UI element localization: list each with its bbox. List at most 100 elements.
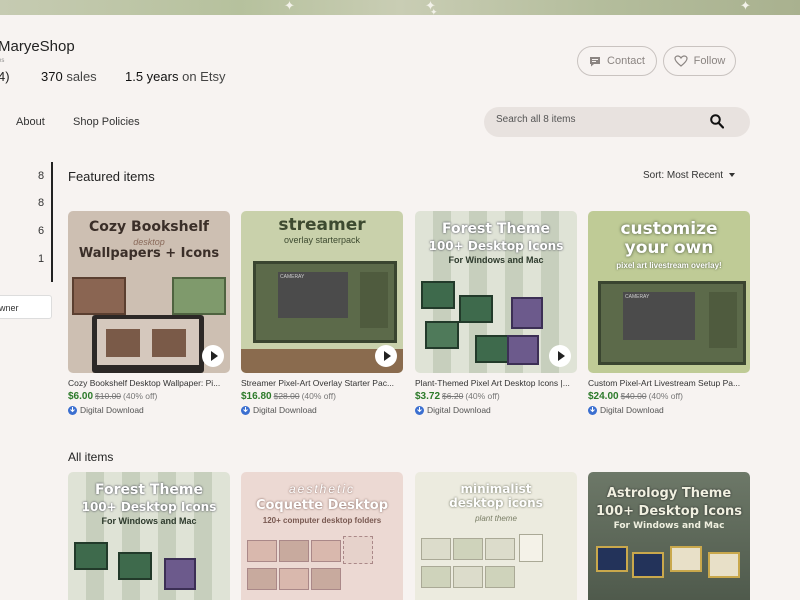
discount-label: (40% off) [301, 391, 336, 401]
art-caption: 120+ computer desktop folders [262, 516, 382, 525]
listing-thumbnail[interactable]: streamer overlay starterpack CAMERAY [241, 211, 403, 373]
folder-graphic [632, 552, 664, 578]
contact-owner-button[interactable]: wner [0, 295, 52, 319]
listing-card[interactable]: Forest Theme 100+ Desktop Icons For Wind… [415, 211, 577, 415]
listing-card[interactable]: Forest Theme 100+ Desktop Icons For Wind… [68, 472, 230, 600]
contact-label: Contact [607, 55, 645, 67]
listing-title[interactable]: Streamer Pixel-Art Overlay Starter Pac..… [241, 378, 401, 388]
listing-thumbnail[interactable]: Cozy Bookshelf desktop Wallpapers + Icon… [68, 211, 230, 373]
delivery-label: Digital Download [253, 405, 317, 415]
listing-title[interactable]: Cozy Bookshelf Desktop Wallpaper: Pi... [68, 378, 228, 388]
sale-price: $6.00 [68, 391, 94, 402]
folder-graphic [485, 566, 515, 588]
download-icon [68, 405, 77, 415]
sparkle-icon: ✦ [740, 0, 751, 13]
folder-graphic [475, 335, 509, 363]
listing-title[interactable]: Custom Pixel-Art Livestream Setup Pa... [588, 378, 748, 388]
delivery-label: Digital Download [427, 405, 491, 415]
bookshelf-graphic [72, 277, 126, 315]
listing-thumbnail[interactable]: Forest Theme 100+ Desktop Icons For Wind… [415, 211, 577, 373]
folder-graphic [118, 552, 152, 580]
follow-label: Follow [693, 55, 726, 67]
frame-graphic [519, 534, 543, 562]
video-play-button[interactable] [375, 345, 397, 367]
caret-down-icon [729, 173, 736, 178]
listing-thumbnail[interactable]: aesthetic Coquette Desktop 120+ computer… [241, 472, 403, 600]
contact-button[interactable]: Contact [577, 46, 657, 76]
folder-graphic [421, 538, 451, 560]
listing-card[interactable]: aesthetic Coquette Desktop 120+ computer… [241, 472, 403, 600]
art-caption: plant theme [475, 514, 517, 523]
book-graphic [511, 297, 543, 329]
sale-price: $24.00 [588, 391, 619, 402]
sidebar-count[interactable]: 8 [38, 170, 44, 182]
sale-price: $3.72 [415, 391, 441, 402]
follow-button[interactable]: Follow [663, 46, 736, 76]
art-caption: For Windows and Mac [613, 521, 725, 531]
years-stat: 1.5 years on Etsy [125, 69, 225, 84]
digital-download-badge: Digital Download [241, 405, 403, 415]
search-input[interactable] [496, 114, 696, 125]
listing-thumbnail[interactable]: Forest Theme 100+ Desktop Icons For Wind… [68, 472, 230, 600]
discount-label: (40% off) [648, 391, 683, 401]
art-title: customize [620, 219, 718, 239]
video-play-button[interactable] [549, 345, 571, 367]
original-price: $28.00 [273, 391, 300, 401]
sales-stat: 370 sales [41, 69, 97, 84]
art-subtitle: desktop icons [449, 496, 543, 510]
folder-graphic [459, 295, 493, 323]
art-caption: For Windows and Mac [101, 516, 197, 526]
screen-label: CAMERAY [623, 292, 695, 340]
sidebar-count[interactable]: 1 [38, 253, 44, 265]
original-price: $40.00 [620, 391, 647, 401]
search-icon[interactable] [710, 114, 724, 129]
art-subtitle: 100+ Desktop Icons [428, 239, 564, 253]
folder-graphic [311, 540, 341, 562]
delivery-label: Digital Download [600, 405, 664, 415]
folder-graphic [708, 552, 740, 578]
laptop-graphic [92, 315, 204, 373]
sidebar-count[interactable]: 6 [38, 225, 44, 237]
delivery-label: Digital Download [80, 405, 144, 415]
original-price: $6.20 [442, 391, 464, 401]
screen-label: CAMERAY [278, 272, 348, 318]
reviews-count[interactable]: 4) [0, 69, 10, 84]
years-value: 1.5 years [125, 69, 179, 84]
all-items-title: All items [68, 450, 114, 464]
nav-shop-policies[interactable]: Shop Policies [73, 116, 140, 128]
art-caption: Wallpapers + Icons [78, 246, 220, 261]
screen-frame: CAMERAY [253, 261, 397, 343]
listing-card[interactable]: Cozy Bookshelf desktop Wallpapers + Icon… [68, 211, 230, 415]
sort-dropdown[interactable]: Sort: Most Recent [643, 170, 736, 181]
shop-name[interactable]: MaryeShop [0, 38, 75, 55]
folder-graphic [74, 542, 108, 570]
digital-download-badge: Digital Download [588, 405, 750, 415]
art-subtitle: Coquette Desktop [255, 498, 389, 513]
video-play-button[interactable] [202, 345, 224, 367]
sidebar-count[interactable]: 8 [38, 197, 44, 209]
download-icon [415, 405, 424, 415]
listing-thumbnail[interactable]: customize your own pixel art livestream … [588, 211, 750, 373]
art-subtitle: overlay starterpack [283, 235, 361, 245]
discount-label: (40% off) [465, 391, 500, 401]
art-subtitle: 100+ Desktop Icons [596, 504, 742, 519]
listing-thumbnail[interactable]: Astrology Theme 100+ Desktop Icons For W… [588, 472, 750, 600]
listing-title[interactable]: Plant-Themed Pixel Art Desktop Icons |..… [415, 378, 575, 388]
folder-graphic [670, 546, 702, 572]
listing-card[interactable]: streamer overlay starterpack CAMERAY Str… [241, 211, 403, 415]
digital-download-badge: Digital Download [415, 405, 577, 415]
art-title: Forest Theme [441, 221, 550, 237]
art-title: minimalist [460, 482, 532, 496]
listing-card[interactable]: Astrology Theme 100+ Desktop Icons For W… [588, 472, 750, 600]
sparkle-icon: ✦ [284, 0, 295, 13]
nav-about[interactable]: About [16, 116, 45, 128]
digital-download-badge: Digital Download [68, 405, 230, 415]
listing-card[interactable]: minimalist desktop icons plant theme [415, 472, 577, 600]
listing-price: $3.72 $6.20 (40% off) [415, 391, 577, 402]
listing-thumbnail[interactable]: minimalist desktop icons plant theme [415, 472, 577, 600]
screen-frame: CAMERAY [598, 281, 746, 365]
listing-card[interactable]: customize your own pixel art livestream … [588, 211, 750, 415]
folder-graphic [311, 568, 341, 590]
folder-graphic [596, 546, 628, 572]
folder-graphic [279, 540, 309, 562]
